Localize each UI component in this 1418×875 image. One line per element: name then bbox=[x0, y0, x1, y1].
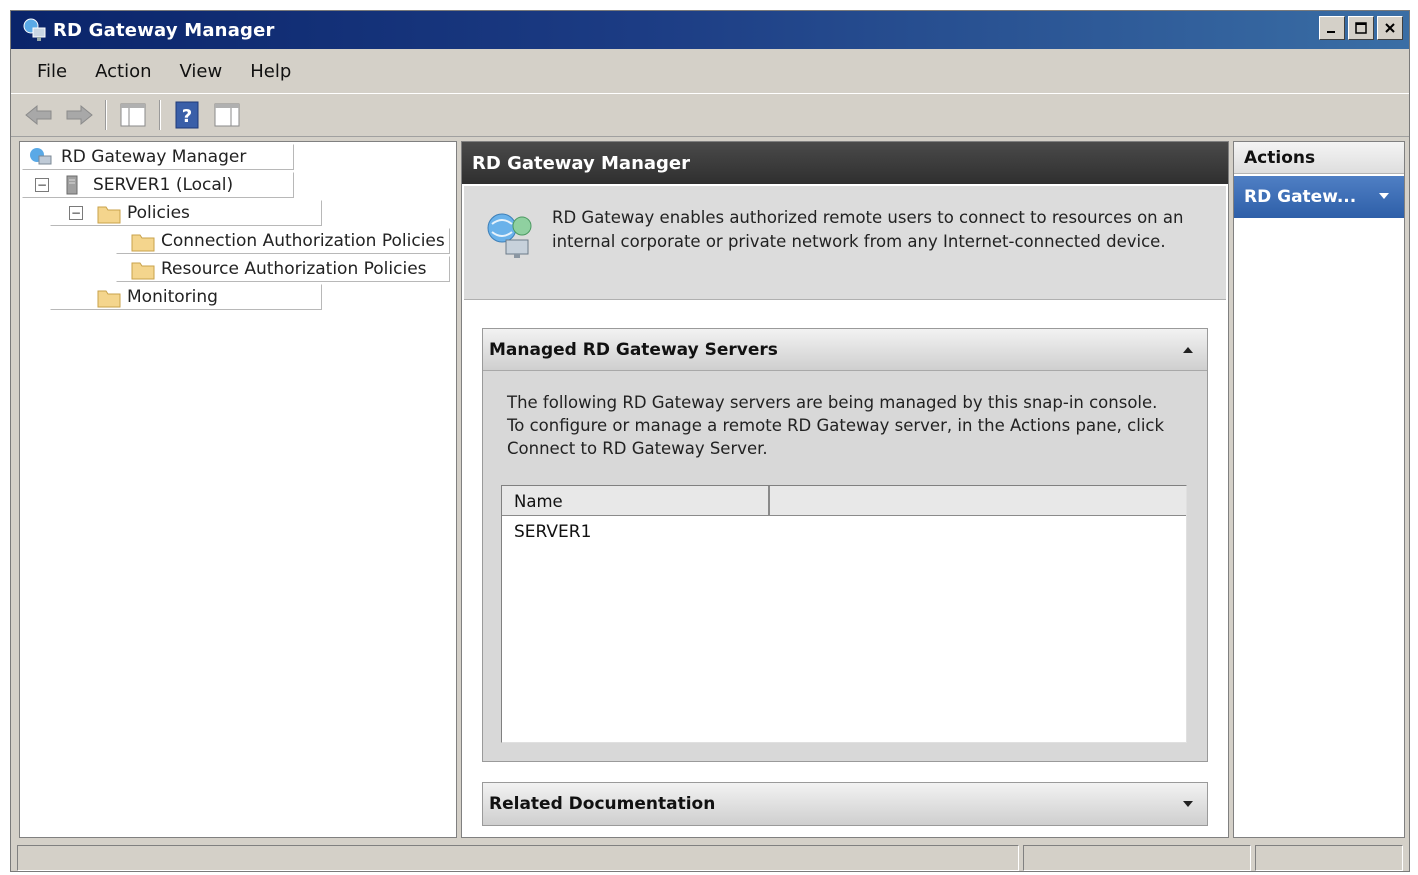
menu-view[interactable]: View bbox=[166, 61, 237, 82]
tree-label: SERVER1 (Local) bbox=[93, 175, 234, 195]
status-cell bbox=[17, 845, 1019, 871]
details-header: RD Gateway Manager bbox=[462, 142, 1228, 184]
server-icon bbox=[66, 175, 78, 195]
tree-label: Policies bbox=[127, 203, 190, 223]
forward-arrow-icon bbox=[66, 104, 93, 126]
tree-label: Monitoring bbox=[127, 287, 218, 307]
show-hide-action-pane-icon bbox=[214, 103, 240, 127]
tree-node-rd-gateway-manager[interactable]: RD Gateway Manager bbox=[22, 144, 294, 170]
related-documentation-section: Related Documentation bbox=[482, 782, 1208, 826]
menu-action[interactable]: Action bbox=[81, 61, 165, 82]
actions-item-rd-gateway[interactable]: RD Gatew... bbox=[1234, 176, 1404, 218]
close-icon bbox=[1385, 23, 1395, 33]
help-button[interactable]: ? bbox=[171, 99, 203, 131]
tree-node-resource-authorization-policies[interactable]: Resource Authorization Policies bbox=[116, 256, 450, 282]
list-item[interactable]: SERVER1 bbox=[514, 522, 591, 542]
tree-node-monitoring[interactable]: Monitoring bbox=[50, 284, 322, 310]
minimize-icon bbox=[1327, 31, 1335, 33]
status-cell bbox=[1023, 845, 1251, 871]
info-box: RD Gateway enables authorized remote use… bbox=[464, 186, 1226, 300]
folder-icon bbox=[97, 206, 121, 224]
toolbar-separator bbox=[159, 100, 161, 130]
show-hide-console-tree-icon bbox=[120, 103, 146, 127]
tree-label: Resource Authorization Policies bbox=[161, 259, 427, 279]
svg-text:?: ? bbox=[182, 106, 192, 127]
actions-pane: Actions RD Gatew... bbox=[1233, 141, 1405, 838]
managed-servers-section: Managed RD Gateway Servers The following… bbox=[482, 328, 1208, 762]
help-icon: ? bbox=[175, 101, 199, 129]
tree-label: Connection Authorization Policies bbox=[161, 231, 445, 251]
dropdown-arrow-icon[interactable] bbox=[1378, 191, 1390, 201]
rd-gateway-icon bbox=[30, 148, 52, 165]
folder-icon bbox=[131, 262, 155, 280]
toolbar-separator bbox=[105, 100, 107, 130]
menu-bar: File Action View Help bbox=[11, 51, 1409, 91]
show-hide-action-pane-button[interactable] bbox=[211, 99, 243, 131]
close-button[interactable] bbox=[1377, 16, 1403, 40]
back-button[interactable] bbox=[23, 99, 55, 131]
folder-icon bbox=[97, 290, 121, 308]
list-header: Name bbox=[502, 486, 1186, 516]
column-header-blank[interactable] bbox=[770, 486, 1186, 516]
servers-list[interactable]: Name SERVER1 bbox=[501, 485, 1187, 743]
maximize-icon bbox=[1355, 22, 1367, 34]
info-text: RD Gateway enables authorized remote use… bbox=[552, 208, 1184, 251]
details-pane: RD Gateway Manager RD Gateway enables au… bbox=[461, 141, 1229, 838]
section-description: The following RD Gateway servers are bei… bbox=[507, 393, 1165, 458]
section-title: Managed RD Gateway Servers bbox=[489, 339, 778, 360]
folder-icon bbox=[131, 234, 155, 252]
rd-gateway-large-icon bbox=[487, 213, 532, 258]
window-controls bbox=[1319, 16, 1403, 40]
related-documentation-header[interactable]: Related Documentation bbox=[483, 783, 1207, 825]
expand-section-icon[interactable] bbox=[1181, 797, 1195, 811]
actions-item-label: RD Gatew... bbox=[1244, 187, 1357, 207]
managed-servers-header[interactable]: Managed RD Gateway Servers bbox=[483, 329, 1207, 371]
menu-file[interactable]: File bbox=[23, 61, 81, 82]
back-arrow-icon bbox=[25, 104, 52, 126]
collapse-icon[interactable]: − bbox=[69, 206, 83, 220]
tree-node-connection-authorization-policies[interactable]: Connection Authorization Policies bbox=[116, 228, 450, 254]
status-cell bbox=[1255, 845, 1403, 871]
collapse-icon[interactable]: − bbox=[35, 178, 49, 192]
toolbar: ? bbox=[11, 93, 1409, 137]
tree-label: RD Gateway Manager bbox=[61, 147, 247, 167]
minimize-button[interactable] bbox=[1319, 16, 1345, 40]
column-header-name[interactable]: Name bbox=[502, 486, 770, 516]
menu-help[interactable]: Help bbox=[236, 61, 305, 82]
window-title: RD Gateway Manager bbox=[53, 19, 275, 41]
section-title: Related Documentation bbox=[489, 794, 716, 814]
app-window: RD Gateway Manager File Action View Help bbox=[10, 10, 1410, 872]
tree-node-policies[interactable]: − Policies bbox=[50, 200, 322, 226]
show-hide-console-tree-button[interactable] bbox=[117, 99, 149, 131]
actions-header: Actions bbox=[1234, 142, 1404, 174]
maximize-button[interactable] bbox=[1348, 16, 1374, 40]
rd-gateway-icon bbox=[23, 18, 46, 41]
status-bar bbox=[11, 843, 1409, 873]
console-tree: RD Gateway Manager − SERVER1 (Local) − P… bbox=[19, 141, 457, 838]
collapse-section-icon[interactable] bbox=[1181, 343, 1195, 357]
tree-node-server1[interactable]: − SERVER1 (Local) bbox=[22, 172, 294, 198]
forward-button[interactable] bbox=[63, 99, 95, 131]
title-bar[interactable]: RD Gateway Manager bbox=[11, 11, 1409, 49]
